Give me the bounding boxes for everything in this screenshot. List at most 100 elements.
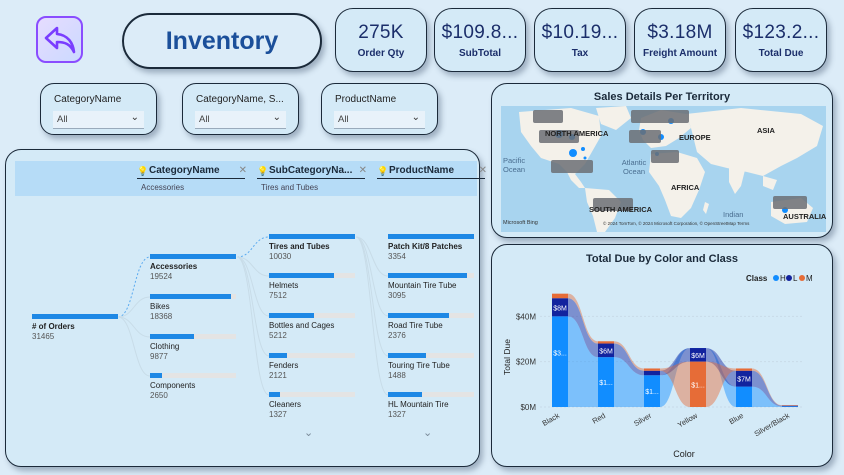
slicer-category: CategoryName All ⌄	[40, 83, 157, 135]
bing-logo: Microsoft Bing	[503, 220, 538, 226]
bar-H	[782, 406, 798, 407]
tree-node-bar-fill	[388, 353, 426, 358]
tree-node[interactable]: Cleaners 1327	[269, 392, 355, 419]
slicer-value: All	[338, 114, 349, 125]
bar-M	[782, 405, 798, 406]
tree-node-label: Cleaners	[269, 400, 302, 409]
tree-node[interactable]: Clothing 9877	[150, 334, 236, 361]
tree-node-bar	[269, 313, 355, 318]
tree-node-bar	[150, 254, 236, 259]
kpi-value: 275K	[358, 21, 404, 43]
scroll-down-icon[interactable]: ⌄	[423, 426, 432, 439]
chevron-down-icon: ⌄	[272, 112, 281, 123]
x-tick-label: Yellow	[676, 411, 700, 430]
kpi-order-qty: 275K Order Qty	[335, 8, 427, 72]
tree-node-value: 7512	[269, 291, 287, 300]
tree-node-bar-fill	[388, 392, 423, 397]
bar-M	[552, 293, 568, 299]
map-canvas[interactable]: NORTH AMERICA EUROPE ASIA AFRICA SOUTH A…	[501, 106, 826, 232]
tree-node-bar-fill	[269, 234, 355, 239]
kpi-value: $123.2...	[742, 21, 820, 43]
tree-node-bar-fill	[150, 373, 163, 378]
tree-node-label: Bikes	[150, 302, 170, 311]
tree-node[interactable]: Mountain Tire Tube 3095	[388, 273, 474, 300]
tree-node-value: 31465	[32, 332, 55, 341]
tree-node[interactable]: Bottles and Cages 5212	[269, 313, 355, 340]
tree-node-bar-fill	[269, 313, 314, 318]
back-arrow-icon	[44, 26, 75, 53]
tree-node-label: Accessories	[150, 262, 198, 271]
tree-node-bar	[388, 273, 474, 278]
map-label-europe: EUROPE	[679, 133, 711, 142]
tree-node-root[interactable]: # of Orders 31465	[32, 314, 118, 341]
chevron-down-icon: ⌄	[130, 112, 139, 123]
slicer-title: CategoryName, S...	[196, 94, 284, 105]
tree-node-bar	[150, 373, 236, 378]
bar-M	[598, 341, 614, 344]
tree-node[interactable]: Components 2650	[150, 373, 236, 400]
tree-node-bar	[150, 334, 236, 339]
tree-node-value: 1327	[388, 410, 406, 419]
map-copyright: © 2024 TomTom, © 2024 Microsoft Corporat…	[603, 221, 750, 226]
map-label-pacific: Pacific Ocean	[503, 156, 526, 174]
tree-node-value: 19524	[150, 272, 173, 281]
kpi-label: SubTotal	[458, 47, 502, 59]
legend-marker	[786, 275, 792, 281]
map-label-australia: AUSTRALIA	[783, 212, 826, 221]
kpi-label: Freight Amount	[642, 47, 718, 59]
slicer-category-subcategory: CategoryName, S... All ⌄	[182, 83, 299, 135]
legend-marker	[799, 275, 805, 281]
tree-node[interactable]: Touring Tire Tube 1488	[388, 353, 474, 380]
tree-node-bar	[388, 234, 474, 239]
bar-H	[552, 316, 568, 407]
bar-L	[644, 370, 660, 376]
tree-node-bar-fill	[150, 334, 194, 339]
map-label-indian: Indian	[723, 210, 744, 219]
tree-node-bar	[388, 313, 474, 318]
tree-node-bar	[388, 392, 474, 397]
scroll-down-icon[interactable]: ⌄	[304, 426, 313, 439]
tree-node[interactable]: Bikes 18368	[150, 294, 236, 321]
tree-node-label: Patch Kit/8 Patches	[388, 242, 463, 251]
tree-node[interactable]: Fenders 2121	[269, 353, 355, 380]
tree-node-label: # of Orders	[32, 322, 75, 331]
legend-label: L	[793, 274, 798, 283]
tree-node[interactable]: Tires and Tubes 10030	[269, 234, 355, 261]
kpi-value: $109.8...	[441, 21, 519, 43]
data-label: $6M	[691, 353, 705, 360]
x-tick-label: Black	[541, 411, 562, 428]
bar-M	[644, 368, 660, 371]
map-label-south-america: SOUTH AMERICA	[589, 205, 653, 214]
tree-node-bar-fill	[388, 273, 468, 278]
x-tick-label: Silver	[632, 411, 653, 428]
back-button[interactable]	[36, 16, 83, 63]
map-label-north-america: NORTH AMERICA	[545, 129, 609, 138]
legend-label: M	[806, 274, 813, 283]
data-label: $3...	[553, 351, 567, 358]
slicer-dropdown[interactable]: All ⌄	[195, 111, 286, 129]
tree-node-value: 10030	[269, 252, 292, 261]
page-title-pill: Inventory	[122, 13, 322, 69]
tree-node-label: Tires and Tubes	[269, 242, 330, 251]
slicer-value: All	[57, 114, 68, 125]
tree-node-bar	[32, 314, 118, 319]
world-map	[519, 106, 823, 232]
map-label-asia: ASIA	[757, 126, 775, 135]
tree-node-value: 2121	[269, 371, 287, 380]
tree-node[interactable]: Helmets 7512	[269, 273, 355, 300]
tree-node[interactable]: HL Mountain Tire 1327	[388, 392, 474, 419]
y-tick-label: $40M	[516, 312, 536, 321]
tree-node-label: Clothing	[150, 342, 180, 351]
ribbon-chart-svg[interactable]: $0M $20M $40M Total Due Color Class H L M $3... $8…	[492, 245, 834, 468]
tree-node[interactable]: Accessories 19524	[150, 254, 236, 281]
legend-title: Class	[746, 274, 768, 283]
bar-L	[782, 405, 798, 407]
slicer-dropdown[interactable]: All ⌄	[334, 111, 425, 129]
x-tick-label: Red	[591, 411, 607, 426]
tree-node-value: 3095	[388, 291, 406, 300]
slicer-dropdown[interactable]: All ⌄	[53, 111, 144, 129]
tree-node-value: 5212	[269, 331, 287, 340]
x-tick-label: Silver/Black	[753, 411, 792, 439]
tree-node[interactable]: Patch Kit/8 Patches 3354	[388, 234, 474, 261]
tree-node[interactable]: Road Tire Tube 2376	[388, 313, 474, 340]
